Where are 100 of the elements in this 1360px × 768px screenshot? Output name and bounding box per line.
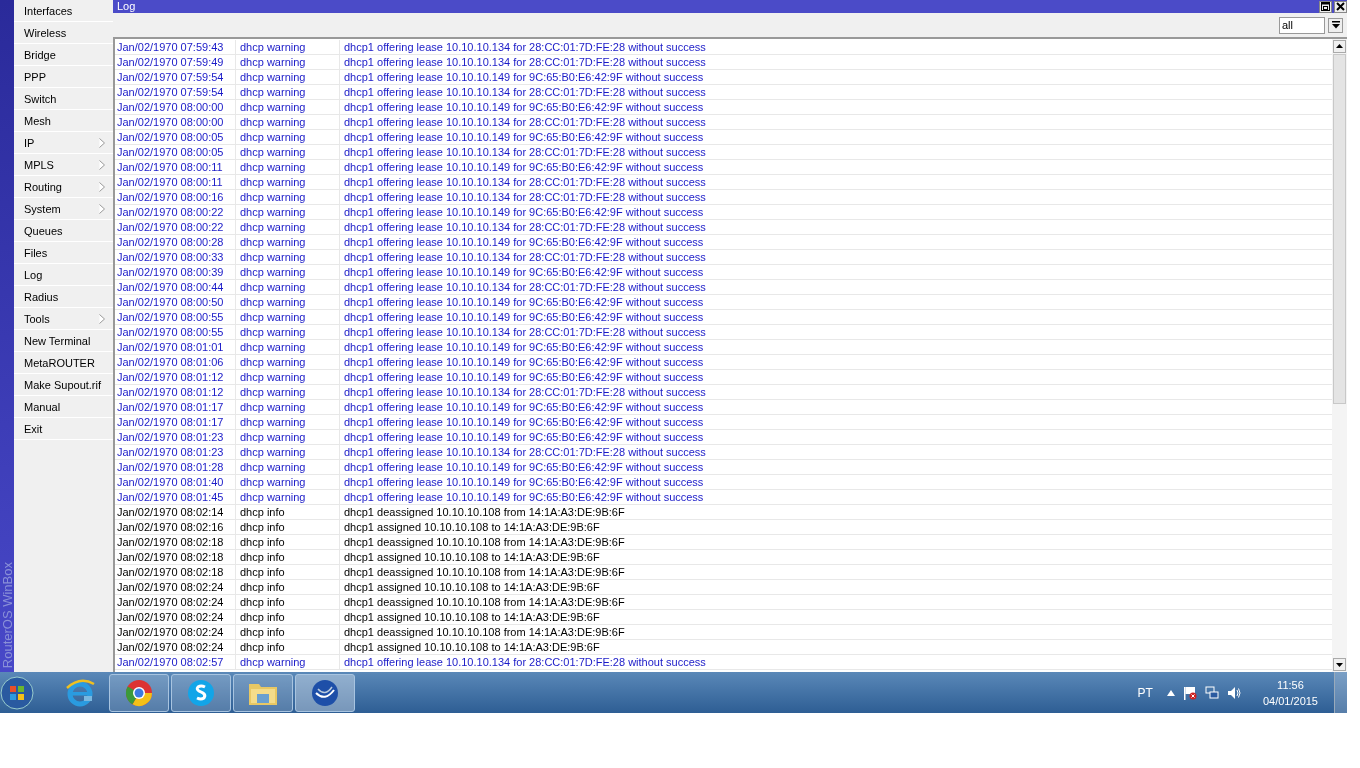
time-cell: Jan/02/1970 08:01:45 xyxy=(115,490,236,504)
scroll-up-icon[interactable] xyxy=(1333,40,1346,53)
message-cell-text: dhcp1 offering lease 10.10.10.149 for 9C:65:B0:E6:42:9F without success xyxy=(343,205,704,219)
time-cell: Jan/02/1970 08:00:00 xyxy=(115,115,236,129)
time-cell: Jan/02/1970 08:02:24 xyxy=(115,640,236,654)
message-cell-text: dhcp1 deassigned 10.10.10.108 from 14:1A:A3:DE:9B:6F xyxy=(343,505,625,519)
message-cell-text: dhcp1 offering lease 10.10.10.149 for 9C:65:B0:E6:42:9F without success xyxy=(343,340,704,354)
taskbar-folder-button[interactable] xyxy=(233,673,293,712)
message-cell-text: dhcp1 offering lease 10.10.10.134 for 28:CC:01:7D:FE:28 without success xyxy=(343,445,706,459)
message-cell-text: dhcp1 offering lease 10.10.10.149 for 9C:65:B0:E6:42:9F without success xyxy=(343,475,704,489)
topic-cell: dhcp warning xyxy=(236,655,340,669)
message-cell-text: dhcp1 offering lease 10.10.10.149 for 9C:65:B0:E6:42:9F without success xyxy=(343,160,704,174)
message-cell-text: dhcp1 deassigned 10.10.10.108 from 14:1A:A3:DE:9B:6F xyxy=(343,595,625,609)
filter-field[interactable]: all xyxy=(1279,16,1325,34)
scrollbar[interactable] xyxy=(1332,39,1347,672)
scroll-thumb[interactable] xyxy=(1333,54,1346,404)
topic-cell: dhcp warning xyxy=(236,280,340,294)
message-cell-text: dhcp1 deassigned 10.10.10.108 from 14:1A:A3:DE:9B:6F xyxy=(343,565,625,579)
topic-cell: dhcp info xyxy=(236,535,340,549)
time-cell: Jan/02/1970 08:00:39 xyxy=(115,265,236,279)
topic-cell: dhcp warning xyxy=(236,85,340,99)
topic-cell: dhcp info xyxy=(236,580,340,594)
topic-cell: dhcp warning xyxy=(236,355,340,369)
topic-cell: dhcp warning xyxy=(236,490,340,504)
topic-cell: dhcp info xyxy=(236,610,340,624)
message-cell-text: dhcp1 deassigned 10.10.10.108 from 14:1A:A3:DE:9B:6F xyxy=(343,535,625,549)
message-cell-text: dhcp1 offering lease 10.10.10.149 for 9C:65:B0:E6:42:9F without success xyxy=(343,100,704,114)
time-cell: Jan/02/1970 08:00:22 xyxy=(115,220,236,234)
topic-cell: dhcp warning xyxy=(236,430,340,444)
message-cell-text: dhcp1 offering lease 10.10.10.134 for 28:CC:01:7D:FE:28 without success xyxy=(343,385,706,399)
topic-cell: dhcp warning xyxy=(236,40,340,54)
taskbar-chat-button[interactable] xyxy=(171,673,231,712)
restore-button[interactable] xyxy=(1319,0,1332,13)
time-cell: Jan/02/1970 08:01:06 xyxy=(115,355,236,369)
message-cell-text: dhcp1 offering lease 10.10.10.149 for 9C:65:B0:E6:42:9F without success xyxy=(343,265,704,279)
taskbar-chrome-button[interactable] xyxy=(109,673,169,712)
time-cell: Jan/02/1970 07:59:54 xyxy=(115,70,236,84)
time-cell: Jan/02/1970 08:00:00 xyxy=(115,100,236,114)
dropdown-button[interactable] xyxy=(1328,17,1343,33)
time-cell: Jan/02/1970 08:01:17 xyxy=(115,400,236,414)
time-cell: Jan/02/1970 08:00:55 xyxy=(115,325,236,339)
clock-date: 04/01/2015 xyxy=(1262,693,1318,709)
topic-cell: dhcp warning xyxy=(236,100,340,114)
time-cell: Jan/02/1970 08:02:24 xyxy=(115,595,236,609)
message-cell-text: dhcp1 deassigned 10.10.10.108 from 14:1A:A3:DE:9B:6F xyxy=(343,625,625,639)
time-cell: Jan/02/1970 08:00:55 xyxy=(115,310,236,324)
message-cell-text: dhcp1 offering lease 10.10.10.134 for 28:CC:01:7D:FE:28 without success xyxy=(343,115,706,129)
flag-icon[interactable] xyxy=(1182,685,1197,700)
topic-cell: dhcp info xyxy=(236,595,340,609)
message-cell-text: dhcp1 offering lease 10.10.10.134 for 28:CC:01:7D:FE:28 without success xyxy=(343,190,706,204)
topic-cell: dhcp info xyxy=(236,520,340,534)
brand-label: RouterOS WinBox xyxy=(0,561,14,668)
topic-cell: dhcp warning xyxy=(236,55,340,69)
dropdown-arrow-icon xyxy=(1331,21,1340,29)
time-cell: Jan/02/1970 08:01:40 xyxy=(115,475,236,489)
topic-cell: dhcp warning xyxy=(236,445,340,459)
time-cell: Jan/02/1970 08:01:12 xyxy=(115,370,236,384)
message-cell-text: dhcp1 offering lease 10.10.10.134 for 28:CC:01:7D:FE:28 without success xyxy=(343,325,706,339)
topic-cell: dhcp warning xyxy=(236,400,340,414)
language-indicator[interactable]: PT xyxy=(1137,685,1153,700)
time-cell: Jan/02/1970 08:00:28 xyxy=(115,235,236,249)
tray-up-arrow-icon[interactable] xyxy=(1166,689,1175,696)
time-cell: Jan/02/1970 08:02:18 xyxy=(115,535,236,549)
message-cell-text: dhcp1 assigned 10.10.10.108 to 14:1A:A3:DE:9B:6F xyxy=(343,640,600,654)
topic-cell: dhcp warning xyxy=(236,370,340,384)
topic-cell: dhcp warning xyxy=(236,145,340,159)
time-cell: Jan/02/1970 08:00:22 xyxy=(115,205,236,219)
message-cell-text: dhcp1 offering lease 10.10.10.149 for 9C:65:B0:E6:42:9F without success xyxy=(343,460,704,474)
close-button[interactable] xyxy=(1334,0,1347,13)
taskbar-winbox-button[interactable] xyxy=(295,673,355,712)
clock[interactable]: 11:56 04/01/2015 xyxy=(1262,676,1318,709)
time-cell: Jan/02/1970 07:59:43 xyxy=(115,40,236,54)
scroll-down-icon[interactable] xyxy=(1333,658,1346,671)
time-cell: Jan/02/1970 08:00:05 xyxy=(115,130,236,144)
time-cell: Jan/02/1970 08:00:44 xyxy=(115,280,236,294)
topic-cell: dhcp warning xyxy=(236,265,340,279)
topic-cell: dhcp warning xyxy=(236,475,340,489)
speaker-icon[interactable] xyxy=(1226,685,1241,700)
network-icon[interactable] xyxy=(1204,685,1219,700)
time-cell: Jan/02/1970 08:02:24 xyxy=(115,610,236,624)
topic-cell: dhcp warning xyxy=(236,340,340,354)
time-cell: Jan/02/1970 08:00:11 xyxy=(115,160,236,174)
topic-cell: dhcp warning xyxy=(236,160,340,174)
message-cell-text: dhcp1 offering lease 10.10.10.149 for 9C:65:B0:E6:42:9F without success xyxy=(343,430,704,444)
topic-cell: dhcp warning xyxy=(236,460,340,474)
message-cell-text: dhcp1 offering lease 10.10.10.149 for 9C:65:B0:E6:42:9F without success xyxy=(343,235,704,249)
topic-cell: dhcp warning xyxy=(236,325,340,339)
message-cell-text: dhcp1 offering lease 10.10.10.134 for 28:CC:01:7D:FE:28 without success xyxy=(343,40,706,54)
message-cell-text: dhcp1 offering lease 10.10.10.149 for 9C:65:B0:E6:42:9F without success xyxy=(343,415,704,429)
message-cell-text: dhcp1 offering lease 10.10.10.149 for 9C:65:B0:E6:42:9F without success xyxy=(343,130,704,144)
message-cell-text: dhcp1 offering lease 10.10.10.134 for 28:CC:01:7D:FE:28 without success xyxy=(343,250,706,264)
time-cell: Jan/02/1970 08:01:28 xyxy=(115,460,236,474)
topic-cell: dhcp warning xyxy=(236,115,340,129)
time-cell: Jan/02/1970 08:01:23 xyxy=(115,445,236,459)
topic-cell: dhcp warning xyxy=(236,295,340,309)
chrome-icon xyxy=(124,677,154,708)
start-orb-icon[interactable] xyxy=(0,675,34,710)
topic-cell: dhcp info xyxy=(236,640,340,654)
topic-cell: dhcp warning xyxy=(236,175,340,189)
topic-cell: dhcp warning xyxy=(236,310,340,324)
